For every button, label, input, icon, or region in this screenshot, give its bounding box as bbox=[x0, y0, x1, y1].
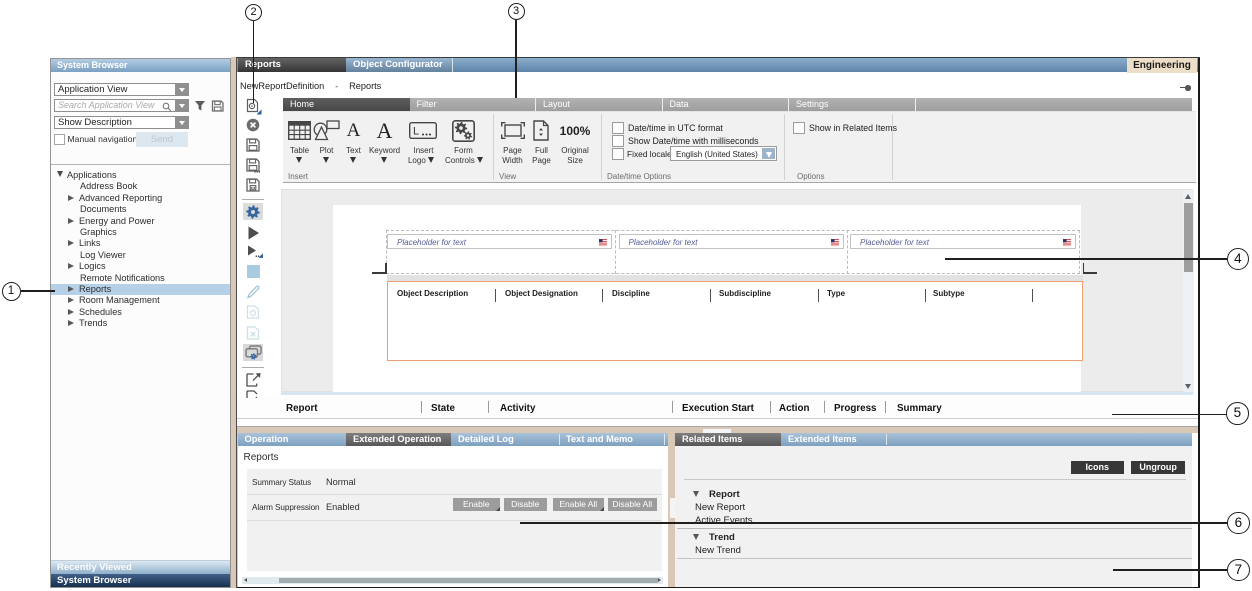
svg-text:L: L bbox=[413, 126, 419, 138]
